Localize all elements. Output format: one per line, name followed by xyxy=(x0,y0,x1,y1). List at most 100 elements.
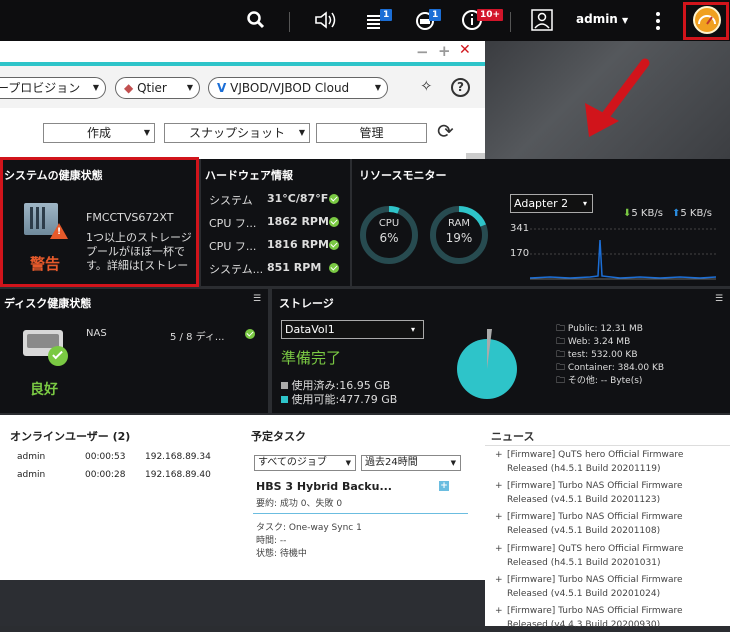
folder-item: 🗀 その他: -- Byte(s) xyxy=(556,376,643,386)
volume-status: 準備完了 xyxy=(281,349,342,367)
disk-nas-name: NAS xyxy=(86,328,107,339)
folder-icon: 🗀 xyxy=(556,363,566,373)
maximize-icon[interactable]: + xyxy=(438,42,451,60)
ram-value: 19% xyxy=(445,231,473,245)
used-legend-swatch xyxy=(281,382,288,389)
help-icon[interactable]: ? xyxy=(451,78,470,97)
disk-count: 5 / 8 ディ... xyxy=(170,332,225,343)
caret-down-icon: ▼ xyxy=(298,128,305,137)
download-rate: ⬇5 KB/s xyxy=(623,208,663,219)
job-state: 状態: 待機中 xyxy=(256,549,307,559)
time-filter-select[interactable]: 過去24時間 ▼ xyxy=(361,455,461,471)
hardware-title: ハードウェア情報 xyxy=(205,169,293,182)
ok-check-icon xyxy=(329,194,339,204)
create-button[interactable]: 作成 ▼ xyxy=(43,123,155,143)
minimize-icon[interactable]: − xyxy=(416,43,429,61)
refresh-icon[interactable]: ⟳ xyxy=(437,119,454,143)
job-name[interactable]: HBS 3 Hybrid Backu... xyxy=(256,480,392,493)
ok-check-icon xyxy=(329,240,339,250)
hardware-panel: ハードウェア情報 システム 31°C/87°F CPU フ... 1862 RP… xyxy=(201,159,350,286)
disk-ok-icon xyxy=(48,346,68,366)
username: admin xyxy=(576,12,618,26)
ram-label: RAM xyxy=(447,218,470,229)
highlight-box-dashboard xyxy=(683,2,729,40)
divider xyxy=(485,445,730,446)
caret-down-icon: ▼ xyxy=(450,459,456,467)
notification-badge: 1 xyxy=(429,9,442,21)
resource-monitor-panel: リソースモニター CPU 6% RAM 19% Adapter 2 ▾ ⬇5 K… xyxy=(352,159,730,286)
tab-vjbod[interactable]: V VJBOD/VJBOD Cloud ▼ xyxy=(208,77,388,99)
online-users-title: オンラインユーザー (2) xyxy=(10,430,131,443)
upload-rate: ⬆5 KB/s xyxy=(672,208,712,219)
expand-icon[interactable]: + xyxy=(439,481,449,491)
caret-down-icon: ▼ xyxy=(186,83,193,92)
caret-down-icon: ▼ xyxy=(622,16,629,25)
network-traffic-chart xyxy=(530,228,716,280)
folder-item: 🗀 Public: 12.31 MB xyxy=(556,324,643,334)
hw-row-system-fan: システム... 851 RPM xyxy=(209,261,339,277)
folder-item: 🗀 test: 532.00 KB xyxy=(556,350,638,360)
highlight-box-system-health xyxy=(0,157,199,287)
traffic-line xyxy=(530,239,716,279)
list-menu-icon[interactable]: ☰ xyxy=(253,294,261,304)
job-summary: 要約: 成功 0、失敗 0 xyxy=(256,499,343,509)
folder-item: 🗀 Web: 3.24 MB xyxy=(556,337,631,347)
tasks-badge: 1 xyxy=(380,9,393,21)
available-legend-swatch xyxy=(281,396,288,403)
folder-icon: 🗀 xyxy=(556,324,566,334)
caret-down-icon: ▼ xyxy=(143,128,150,137)
caret-down-icon: ▾ xyxy=(410,325,415,334)
job-time: 時間: -- xyxy=(256,536,287,546)
divider xyxy=(253,513,468,514)
volume-icon[interactable] xyxy=(312,8,340,32)
qtier-icon: ◆ xyxy=(124,81,134,95)
desktop-background xyxy=(485,41,730,159)
vjbod-icon: V xyxy=(217,81,227,95)
snapshot-button[interactable]: スナップショット ▼ xyxy=(164,123,310,143)
news-title: ニュース xyxy=(491,430,535,443)
folder-icon: 🗀 xyxy=(556,337,566,347)
job-task: タスク: One-way Sync 1 xyxy=(256,523,362,533)
chart-y-mid: 170 xyxy=(510,248,530,259)
job-filter-select[interactable]: すべてのジョブ ▼ xyxy=(254,455,356,471)
list-menu-icon[interactable]: ☰ xyxy=(715,294,723,304)
storage-pie-chart xyxy=(457,329,517,399)
desktop-dock xyxy=(0,580,485,626)
hw-row-cpu-fan-1: CPU フ... 1862 RPM xyxy=(209,215,339,231)
adapter-select[interactable]: Adapter 2 ▾ xyxy=(510,194,593,213)
storage-manager-window: − + ✕ ープロビジョン ▼ ◆ Qtier ▼ V VJBOD/VJBOD … xyxy=(0,41,485,159)
scheduled-tasks-title: 予定タスク xyxy=(251,430,306,443)
volume-select[interactable]: DataVol1 ▾ xyxy=(281,320,424,339)
folder-icon: 🗀 xyxy=(556,350,566,360)
close-icon[interactable]: ✕ xyxy=(459,42,471,58)
tab-provisioning[interactable]: ープロビジョン ▼ xyxy=(0,77,106,99)
hw-row-cpu-fan-2: CPU フ... 1816 RPM xyxy=(209,238,339,254)
hw-row-system-temp: システム 31°C/87°F xyxy=(209,192,339,208)
cpu-value: 6% xyxy=(379,231,399,245)
available-space: 使用可能:477.79 GB xyxy=(281,391,397,407)
disk-status: 良好 xyxy=(30,382,58,398)
resource-monitor-title: リソースモニター xyxy=(359,169,447,182)
search-icon[interactable] xyxy=(244,8,268,32)
ok-check-icon xyxy=(329,217,339,227)
user-row: admin 00:00:28 192.168.89.40 xyxy=(17,470,211,480)
storage-title: ストレージ xyxy=(279,297,334,310)
manage-button[interactable]: 管理 xyxy=(316,123,427,143)
user-icon[interactable] xyxy=(529,8,555,32)
magic-wand-icon[interactable]: ✧ xyxy=(420,77,433,95)
storage-panel: ストレージ ☰ DataVol1 ▾ 準備完了 使用済み:16.95 GB 使用… xyxy=(272,289,730,413)
user-row: admin 00:00:53 192.168.89.34 xyxy=(17,452,211,462)
tab-qtier[interactable]: ◆ Qtier ▼ xyxy=(115,77,200,99)
caret-down-icon: ▼ xyxy=(92,83,99,92)
cpu-label: CPU xyxy=(378,218,400,229)
info-badge: 10+ xyxy=(477,9,504,21)
window-title-bar xyxy=(0,41,485,61)
ok-check-icon xyxy=(329,263,339,273)
red-arrow-annotation xyxy=(585,58,650,137)
disk-health-panel: ディスク健康状態 ☰ 良好 NAS 5 / 8 ディ... xyxy=(0,289,268,413)
user-menu[interactable]: admin ▼ xyxy=(576,12,628,26)
more-options-icon[interactable] xyxy=(655,11,661,31)
chart-y-max: 341 xyxy=(510,223,530,234)
bottom-panels: オンラインユーザー (2) admin 00:00:53 192.168.89.… xyxy=(0,415,485,580)
news-panel: ニュース + [Firmware] QuTS hero Official Firm… xyxy=(485,415,730,630)
